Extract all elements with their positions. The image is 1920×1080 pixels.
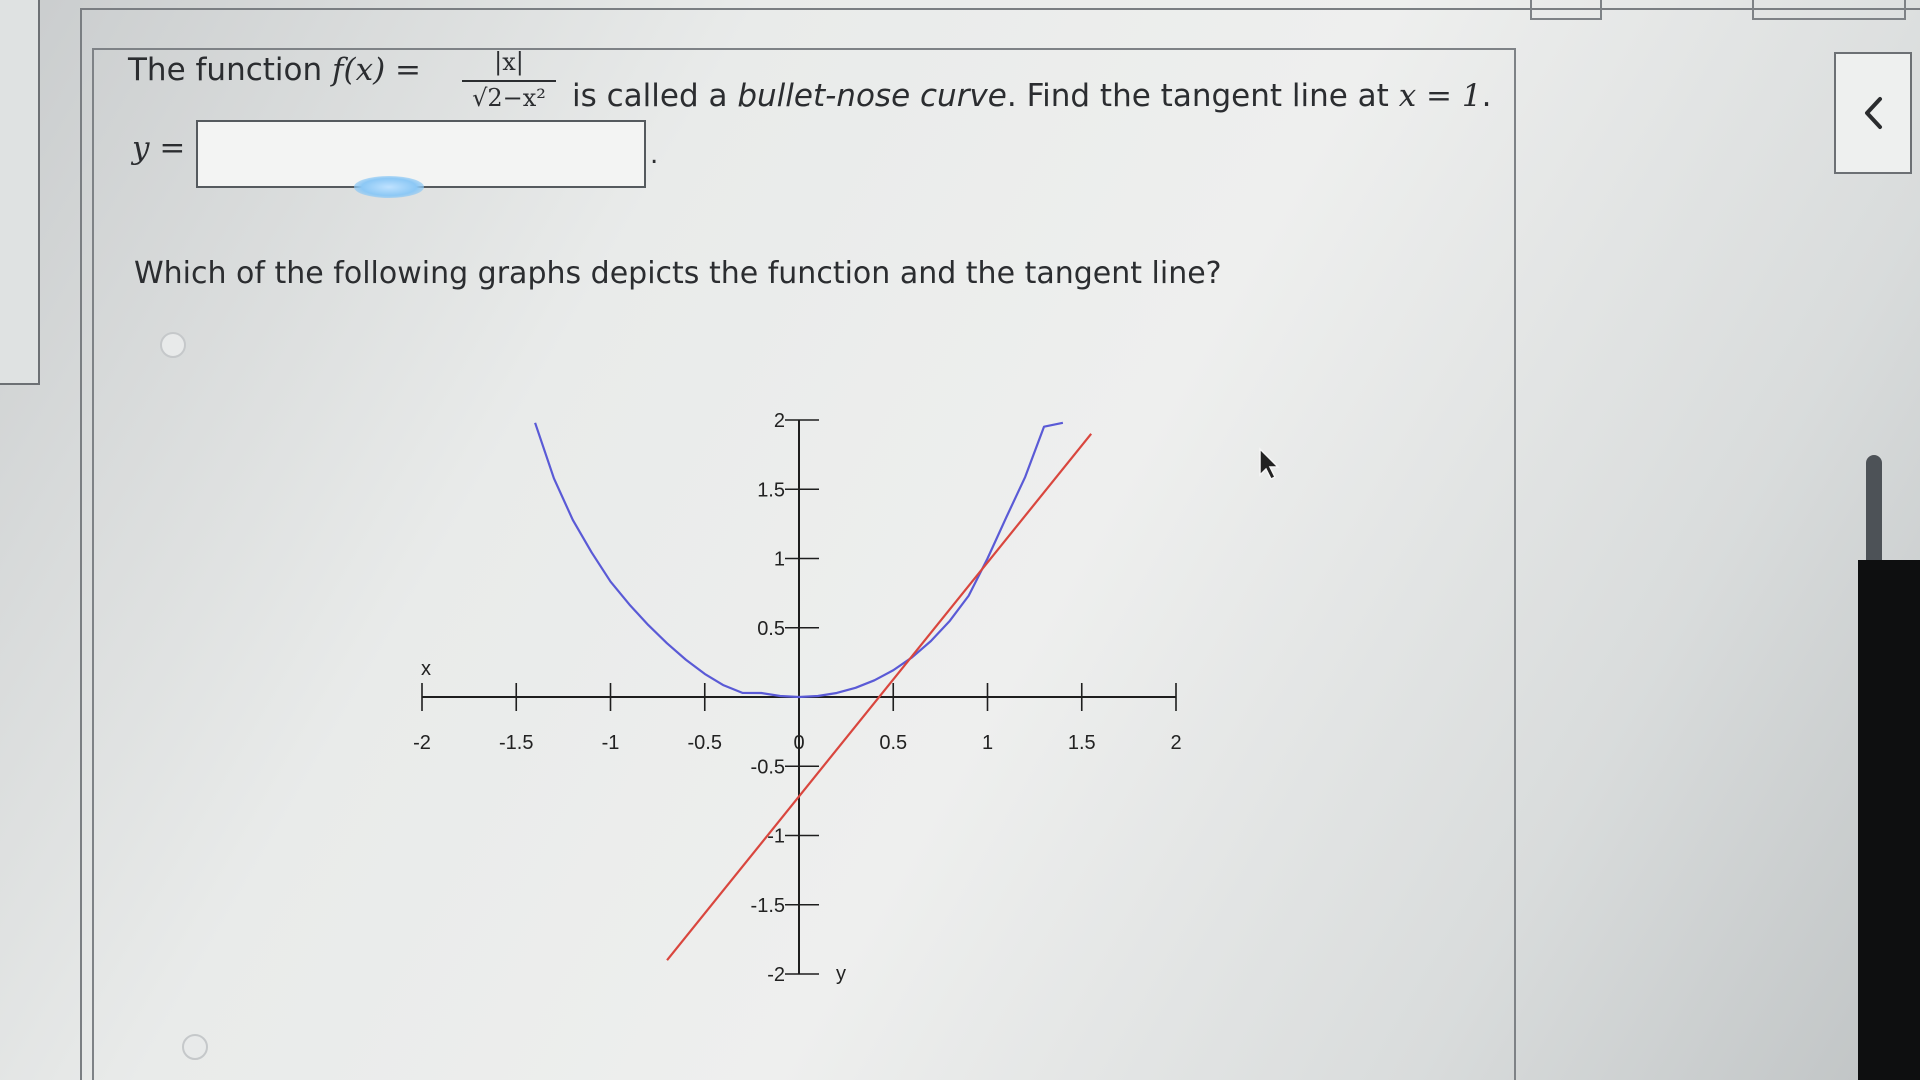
task-text: . Find the tangent line at	[1006, 78, 1389, 114]
answer-suffix: .	[650, 140, 659, 170]
function-fraction: |x| √2−x²	[462, 48, 556, 112]
option-graph-1[interactable]: -2 -1.5 -1 -0.5 0 0.5 1 1.5 2 2 1.5 1 0.5 -0.5 -1 -1.5 -…	[400, 400, 1200, 1000]
y-tick-label: -1	[767, 826, 785, 848]
x-tick-label: 0.5	[879, 732, 907, 754]
y-tick-label: -1.5	[751, 895, 785, 917]
collapse-panel-button[interactable]	[1834, 52, 1912, 174]
input-focus-glow	[354, 176, 424, 198]
tangent-point: x = 1	[1398, 78, 1482, 114]
sqrt-symbol: √	[472, 84, 488, 112]
option-radio-1[interactable]	[160, 332, 186, 358]
x-tick-label: 1.5	[1068, 732, 1096, 754]
mouse-pointer-icon	[1259, 447, 1280, 481]
option-radio-2[interactable]	[182, 1034, 208, 1060]
y-tick-label: 1	[774, 549, 785, 571]
question-rest-line: is called a bullet-nose curve. Find the …	[572, 78, 1491, 114]
x-tick-label: 2	[1170, 732, 1181, 754]
top-tab[interactable]	[1530, 0, 1602, 20]
sentence-end: .	[1481, 78, 1492, 114]
question-intro-line: The function f(x) =	[128, 52, 421, 88]
fraction-denominator: √2−x²	[462, 84, 556, 112]
y-tick-label: 0.5	[757, 618, 785, 640]
y-tick-label: 1.5	[757, 479, 785, 501]
x-tick-label: 1	[982, 732, 993, 754]
x-tick-label: 0	[793, 732, 804, 754]
function-label: f(x)	[332, 52, 386, 88]
x-tick-label: -0.5	[688, 732, 722, 754]
answer-label: y =	[132, 130, 186, 166]
x-tick-label: -1	[602, 732, 620, 754]
top-tab[interactable]	[1752, 0, 1906, 20]
left-panel-edge	[0, 0, 40, 385]
y-tick-label: -0.5	[751, 756, 785, 778]
x-axis-label: x	[421, 658, 431, 680]
curve-term: bullet-nose curve	[737, 78, 1007, 114]
x-tick-label: -1.5	[499, 732, 533, 754]
y-tick-label: -2	[767, 964, 785, 986]
fraction-bar	[462, 80, 556, 82]
y-tick-label: 2	[774, 410, 785, 432]
screen-bezel	[1858, 560, 1920, 1080]
fraction-numerator: |x|	[494, 48, 524, 76]
x-tick-label: -2	[413, 732, 431, 754]
chevron-left-icon	[1865, 97, 1882, 129]
intro-text: The function	[128, 52, 323, 88]
graph-question: Which of the following graphs depicts th…	[134, 256, 1222, 291]
screen: The function f(x) = |x| √2−x² is called …	[0, 0, 1920, 1080]
after-fraction-text: is called a	[572, 78, 728, 114]
y-axis-label: y	[836, 963, 846, 985]
equals-sign: =	[395, 52, 422, 88]
chart-series	[534, 421, 1093, 961]
tangent-line-answer-input[interactable]	[196, 120, 646, 188]
denominator-body: 2−x²	[487, 84, 546, 112]
